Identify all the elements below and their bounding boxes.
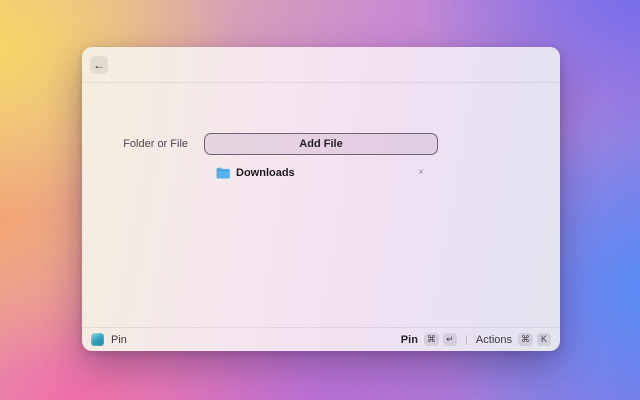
- footer-divider: [465, 334, 467, 345]
- cmd-icon-2: ⌘: [521, 334, 530, 344]
- cmd-key-2[interactable]: ⌘: [518, 333, 533, 346]
- footer-actions: Pin ⌘ ↵ Actions ⌘ K: [401, 333, 551, 346]
- folder-icon: [216, 167, 230, 179]
- folder-or-file-label: Folder or File: [123, 138, 188, 150]
- window-footer: Pin Pin ⌘ ↵ Actions ⌘ K: [82, 327, 560, 351]
- return-icon: ↵: [446, 334, 454, 344]
- form-content: Folder or File Add File Downloads ×: [82, 83, 560, 327]
- window-header: ←: [82, 47, 560, 83]
- k-key[interactable]: K: [537, 333, 551, 346]
- back-button[interactable]: ←: [90, 56, 108, 74]
- desktop: { "window": { "back_icon": "←", "form": …: [0, 0, 640, 400]
- back-arrow-icon: ←: [93, 58, 105, 72]
- return-key[interactable]: ↵: [442, 333, 457, 346]
- pin-extension-window: ← Folder or File Add File Downloads × Pi…: [82, 47, 560, 351]
- actions-menu-label[interactable]: Actions: [476, 334, 512, 346]
- add-file-button[interactable]: Add File: [204, 133, 438, 155]
- pin-app-icon: [91, 333, 104, 346]
- footer-app-label: Pin: [111, 333, 127, 346]
- add-file-button-label: Add File: [299, 138, 343, 150]
- file-name: Downloads: [236, 167, 295, 179]
- cmd-key[interactable]: ⌘: [423, 333, 439, 346]
- file-list-item[interactable]: Downloads: [216, 164, 438, 182]
- pin-action-label[interactable]: Pin: [401, 334, 418, 346]
- k-key-label: K: [540, 334, 547, 344]
- remove-file-button[interactable]: ×: [413, 164, 429, 180]
- cmd-icon: ⌘: [426, 334, 436, 344]
- remove-x-icon: ×: [418, 166, 424, 178]
